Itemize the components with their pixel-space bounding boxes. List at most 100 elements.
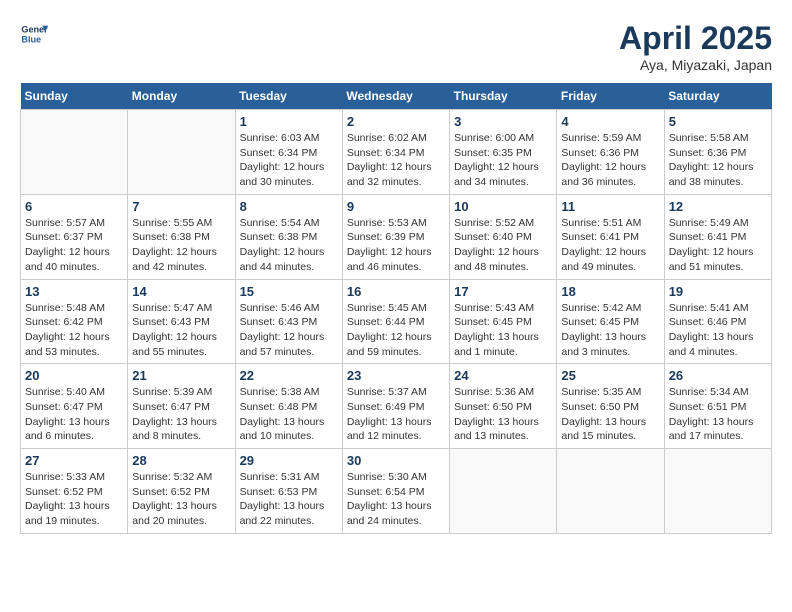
- day-info: Sunrise: 5:47 AMSunset: 6:43 PMDaylight:…: [132, 301, 230, 360]
- day-info: Sunrise: 5:41 AMSunset: 6:46 PMDaylight:…: [669, 301, 767, 360]
- calendar-cell: 22 Sunrise: 5:38 AMSunset: 6:48 PMDayligh…: [235, 364, 342, 449]
- calendar-cell: 2Sunrise: 6:02 AMSunset: 6:34 PMDaylight…: [342, 110, 449, 195]
- day-info: Sunrise: 5:40 AMSunset: 6:47 PMDaylight:…: [25, 385, 123, 444]
- calendar-cell: [664, 449, 771, 534]
- day-info: Sunrise: 5:48 AMSunset: 6:42 PMDaylight:…: [25, 301, 123, 360]
- day-number: 27: [25, 453, 123, 468]
- day-info: Sunrise: 5:37 AMSunset: 6:49 PMDaylight:…: [347, 385, 445, 444]
- day-number: 17: [454, 284, 552, 299]
- calendar-table: SundayMondayTuesdayWednesdayThursdayFrid…: [20, 83, 772, 534]
- day-info: Sunrise: 5:52 AMSunset: 6:40 PMDaylight:…: [454, 216, 552, 275]
- calendar-cell: 9 Sunrise: 5:53 AMSunset: 6:39 PMDaylight…: [342, 194, 449, 279]
- day-number: 1: [240, 114, 338, 129]
- day-number: 18: [561, 284, 659, 299]
- day-number: 8: [240, 199, 338, 214]
- calendar-body: 1 Sunrise: 6:03 AMSunset: 6:34 PMDaylight…: [21, 110, 772, 534]
- day-number: 22: [240, 368, 338, 383]
- calendar-cell: 19 Sunrise: 5:41 AMSunset: 6:46 PMDayligh…: [664, 279, 771, 364]
- logo-icon: General Blue: [20, 20, 48, 48]
- calendar-cell: [21, 110, 128, 195]
- logo: General Blue: [20, 20, 48, 48]
- day-info: Sunrise: 5:38 AMSunset: 6:48 PMDaylight:…: [240, 385, 338, 444]
- weekday-header-row: SundayMondayTuesdayWednesdayThursdayFrid…: [21, 83, 772, 110]
- month-title: April 2025: [619, 20, 772, 57]
- day-info: Sunrise: 5:49 AMSunset: 6:41 PMDaylight:…: [669, 216, 767, 275]
- day-number: 11: [561, 199, 659, 214]
- day-number: 10: [454, 199, 552, 214]
- calendar-cell: 12 Sunrise: 5:49 AMSunset: 6:41 PMDayligh…: [664, 194, 771, 279]
- day-number: 14: [132, 284, 230, 299]
- day-info: Sunrise: 5:57 AMSunset: 6:37 PMDaylight:…: [25, 216, 123, 275]
- calendar-cell: 8 Sunrise: 5:54 AMSunset: 6:38 PMDaylight…: [235, 194, 342, 279]
- day-number: 30: [347, 453, 445, 468]
- calendar-cell: 23 Sunrise: 5:37 AMSunset: 6:49 PMDayligh…: [342, 364, 449, 449]
- day-number: 29: [240, 453, 338, 468]
- day-number: 23: [347, 368, 445, 383]
- day-info: Sunrise: 5:34 AMSunset: 6:51 PMDaylight:…: [669, 385, 767, 444]
- day-info: Sunrise: 5:43 AMSunset: 6:45 PMDaylight:…: [454, 301, 552, 360]
- week-row-2: 13 Sunrise: 5:48 AMSunset: 6:42 PMDayligh…: [21, 279, 772, 364]
- svg-text:Blue: Blue: [21, 34, 41, 44]
- calendar-cell: 7 Sunrise: 5:55 AMSunset: 6:38 PMDaylight…: [128, 194, 235, 279]
- day-info: Sunrise: 5:55 AMSunset: 6:38 PMDaylight:…: [132, 216, 230, 275]
- day-number: 28: [132, 453, 230, 468]
- day-info: Sunrise: 5:45 AMSunset: 6:44 PMDaylight:…: [347, 301, 445, 360]
- week-row-4: 27Sunrise: 5:33 AMSunset: 6:52 PMDayligh…: [21, 449, 772, 534]
- day-info: Sunrise: 6:03 AMSunset: 6:34 PMDaylight:…: [240, 131, 338, 190]
- day-number: 3: [454, 114, 552, 129]
- calendar-cell: [557, 449, 664, 534]
- day-info: Sunrise: 5:46 AMSunset: 6:43 PMDaylight:…: [240, 301, 338, 360]
- day-info: Sunrise: 5:35 AMSunset: 6:50 PMDaylight:…: [561, 385, 659, 444]
- week-row-1: 6Sunrise: 5:57 AMSunset: 6:37 PMDaylight…: [21, 194, 772, 279]
- day-number: 13: [25, 284, 123, 299]
- day-number: 2: [347, 114, 445, 129]
- calendar-cell: 11 Sunrise: 5:51 AMSunset: 6:41 PMDayligh…: [557, 194, 664, 279]
- page-header: General Blue April 2025 Aya, Miyazaki, J…: [20, 20, 772, 73]
- day-info: Sunrise: 5:36 AMSunset: 6:50 PMDaylight:…: [454, 385, 552, 444]
- day-info: Sunrise: 5:51 AMSunset: 6:41 PMDaylight:…: [561, 216, 659, 275]
- calendar-cell: 13 Sunrise: 5:48 AMSunset: 6:42 PMDayligh…: [21, 279, 128, 364]
- day-info: Sunrise: 5:53 AMSunset: 6:39 PMDaylight:…: [347, 216, 445, 275]
- day-info: Sunrise: 5:58 AMSunset: 6:36 PMDaylight:…: [669, 131, 767, 190]
- calendar-cell: 20Sunrise: 5:40 AMSunset: 6:47 PMDayligh…: [21, 364, 128, 449]
- day-number: 4: [561, 114, 659, 129]
- calendar-cell: 26Sunrise: 5:34 AMSunset: 6:51 PMDayligh…: [664, 364, 771, 449]
- calendar-cell: 16 Sunrise: 5:45 AMSunset: 6:44 PMDayligh…: [342, 279, 449, 364]
- day-info: Sunrise: 5:42 AMSunset: 6:45 PMDaylight:…: [561, 301, 659, 360]
- day-info: Sunrise: 5:39 AMSunset: 6:47 PMDaylight:…: [132, 385, 230, 444]
- weekday-header-monday: Monday: [128, 83, 235, 110]
- day-number: 16: [347, 284, 445, 299]
- day-number: 21: [132, 368, 230, 383]
- week-row-3: 20Sunrise: 5:40 AMSunset: 6:47 PMDayligh…: [21, 364, 772, 449]
- day-info: Sunrise: 5:54 AMSunset: 6:38 PMDaylight:…: [240, 216, 338, 275]
- day-number: 9: [347, 199, 445, 214]
- calendar-cell: 1 Sunrise: 6:03 AMSunset: 6:34 PMDaylight…: [235, 110, 342, 195]
- calendar-cell: [128, 110, 235, 195]
- calendar-cell: 27Sunrise: 5:33 AMSunset: 6:52 PMDayligh…: [21, 449, 128, 534]
- day-number: 19: [669, 284, 767, 299]
- calendar-cell: 4 Sunrise: 5:59 AMSunset: 6:36 PMDaylight…: [557, 110, 664, 195]
- day-number: 24: [454, 368, 552, 383]
- weekday-header-sunday: Sunday: [21, 83, 128, 110]
- day-info: Sunrise: 6:00 AMSunset: 6:35 PMDaylight:…: [454, 131, 552, 190]
- title-block: April 2025 Aya, Miyazaki, Japan: [619, 20, 772, 73]
- calendar-cell: 5 Sunrise: 5:58 AMSunset: 6:36 PMDaylight…: [664, 110, 771, 195]
- week-row-0: 1 Sunrise: 6:03 AMSunset: 6:34 PMDaylight…: [21, 110, 772, 195]
- day-number: 12: [669, 199, 767, 214]
- weekday-header-saturday: Saturday: [664, 83, 771, 110]
- day-number: 25: [561, 368, 659, 383]
- calendar-cell: 28 Sunrise: 5:32 AMSunset: 6:52 PMDayligh…: [128, 449, 235, 534]
- calendar-cell: 30Sunrise: 5:30 AMSunset: 6:54 PMDayligh…: [342, 449, 449, 534]
- calendar-cell: 18 Sunrise: 5:42 AMSunset: 6:45 PMDayligh…: [557, 279, 664, 364]
- day-number: 7: [132, 199, 230, 214]
- calendar-cell: [450, 449, 557, 534]
- day-number: 5: [669, 114, 767, 129]
- calendar-cell: 25 Sunrise: 5:35 AMSunset: 6:50 PMDayligh…: [557, 364, 664, 449]
- weekday-header-thursday: Thursday: [450, 83, 557, 110]
- calendar-cell: 17 Sunrise: 5:43 AMSunset: 6:45 PMDayligh…: [450, 279, 557, 364]
- day-info: Sunrise: 5:32 AMSunset: 6:52 PMDaylight:…: [132, 470, 230, 529]
- calendar-cell: 15Sunrise: 5:46 AMSunset: 6:43 PMDayligh…: [235, 279, 342, 364]
- calendar-cell: 10 Sunrise: 5:52 AMSunset: 6:40 PMDayligh…: [450, 194, 557, 279]
- day-info: Sunrise: 5:59 AMSunset: 6:36 PMDaylight:…: [561, 131, 659, 190]
- location: Aya, Miyazaki, Japan: [619, 57, 772, 73]
